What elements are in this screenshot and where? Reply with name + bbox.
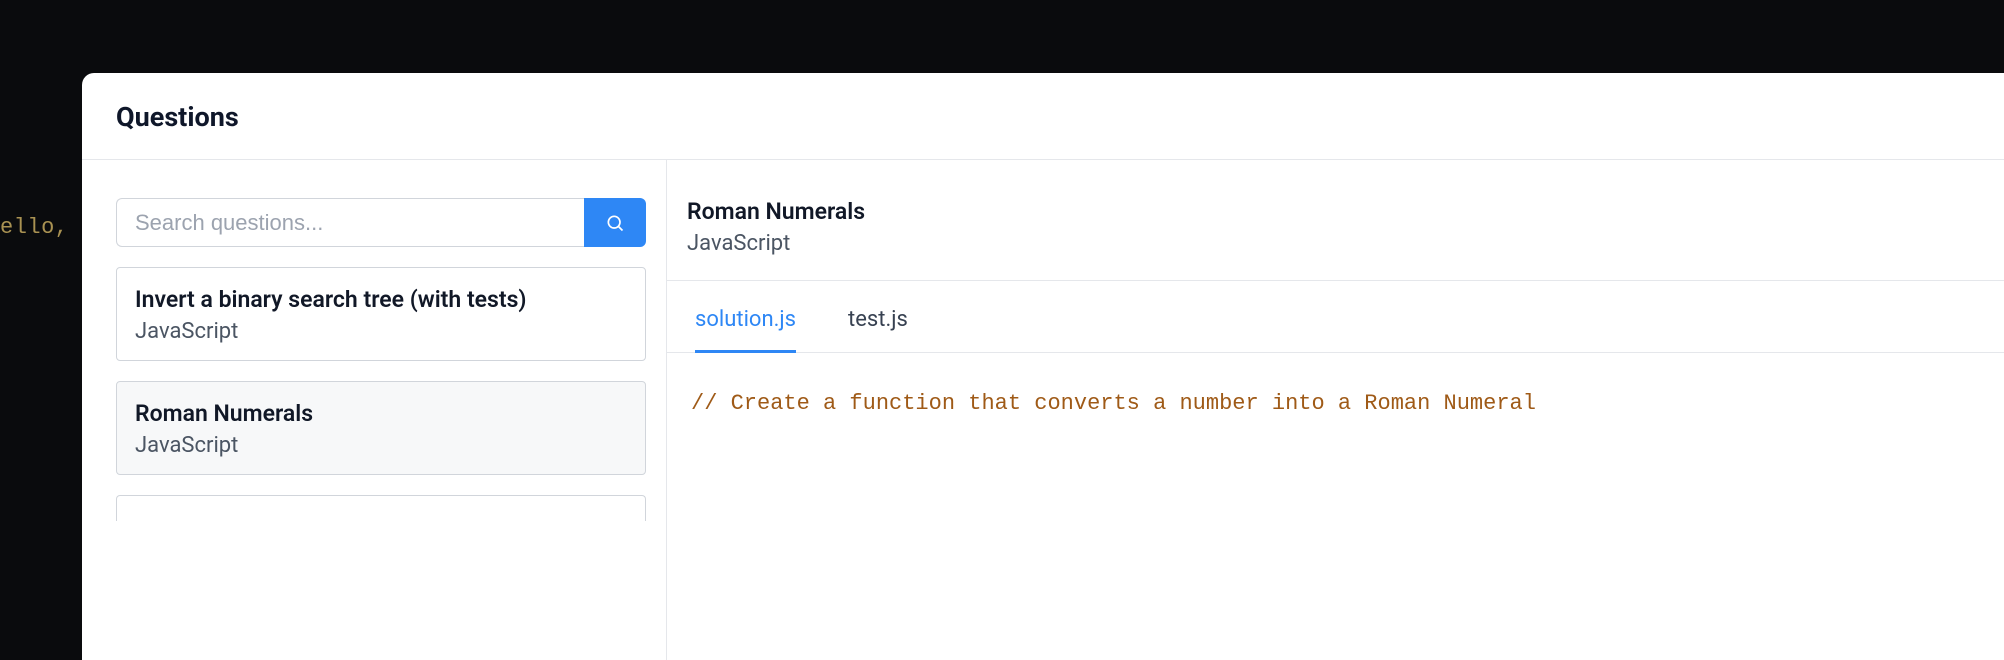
question-title: Invert a binary search tree (with tests) xyxy=(135,286,627,313)
detail-header: Roman Numerals JavaScript xyxy=(667,198,2004,281)
background-code-text: ello, xyxy=(0,215,69,240)
question-language: JavaScript xyxy=(135,319,627,344)
detail-title: Roman Numerals xyxy=(687,198,2004,225)
panel-body: Invert a binary search tree (with tests)… xyxy=(82,160,2004,660)
page-title: Questions xyxy=(116,101,1970,133)
file-tabs: solution.js test.js xyxy=(667,281,2004,353)
tab-test[interactable]: test.js xyxy=(848,281,908,353)
question-card[interactable]: Roman Numerals JavaScript xyxy=(116,381,646,475)
question-title: Roman Numerals xyxy=(135,400,627,427)
search-icon xyxy=(605,213,625,233)
panel-header: Questions xyxy=(82,73,2004,160)
detail-language: JavaScript xyxy=(687,231,2004,256)
question-card[interactable]: Invert a binary search tree (with tests)… xyxy=(116,267,646,361)
tab-solution[interactable]: solution.js xyxy=(695,281,796,353)
questions-sidebar: Invert a binary search tree (with tests)… xyxy=(82,160,667,660)
search-input[interactable] xyxy=(116,198,584,247)
code-editor[interactable]: // Create a function that converts a num… xyxy=(667,353,2004,416)
question-language: JavaScript xyxy=(135,433,627,458)
search-row xyxy=(116,198,646,247)
search-button[interactable] xyxy=(584,198,646,247)
question-detail: Roman Numerals JavaScript solution.js te… xyxy=(667,160,2004,660)
questions-panel: Questions Invert a binary search tree (w… xyxy=(82,73,2004,660)
question-card[interactable] xyxy=(116,495,646,521)
code-comment-line: // Create a function that converts a num… xyxy=(691,391,2004,416)
